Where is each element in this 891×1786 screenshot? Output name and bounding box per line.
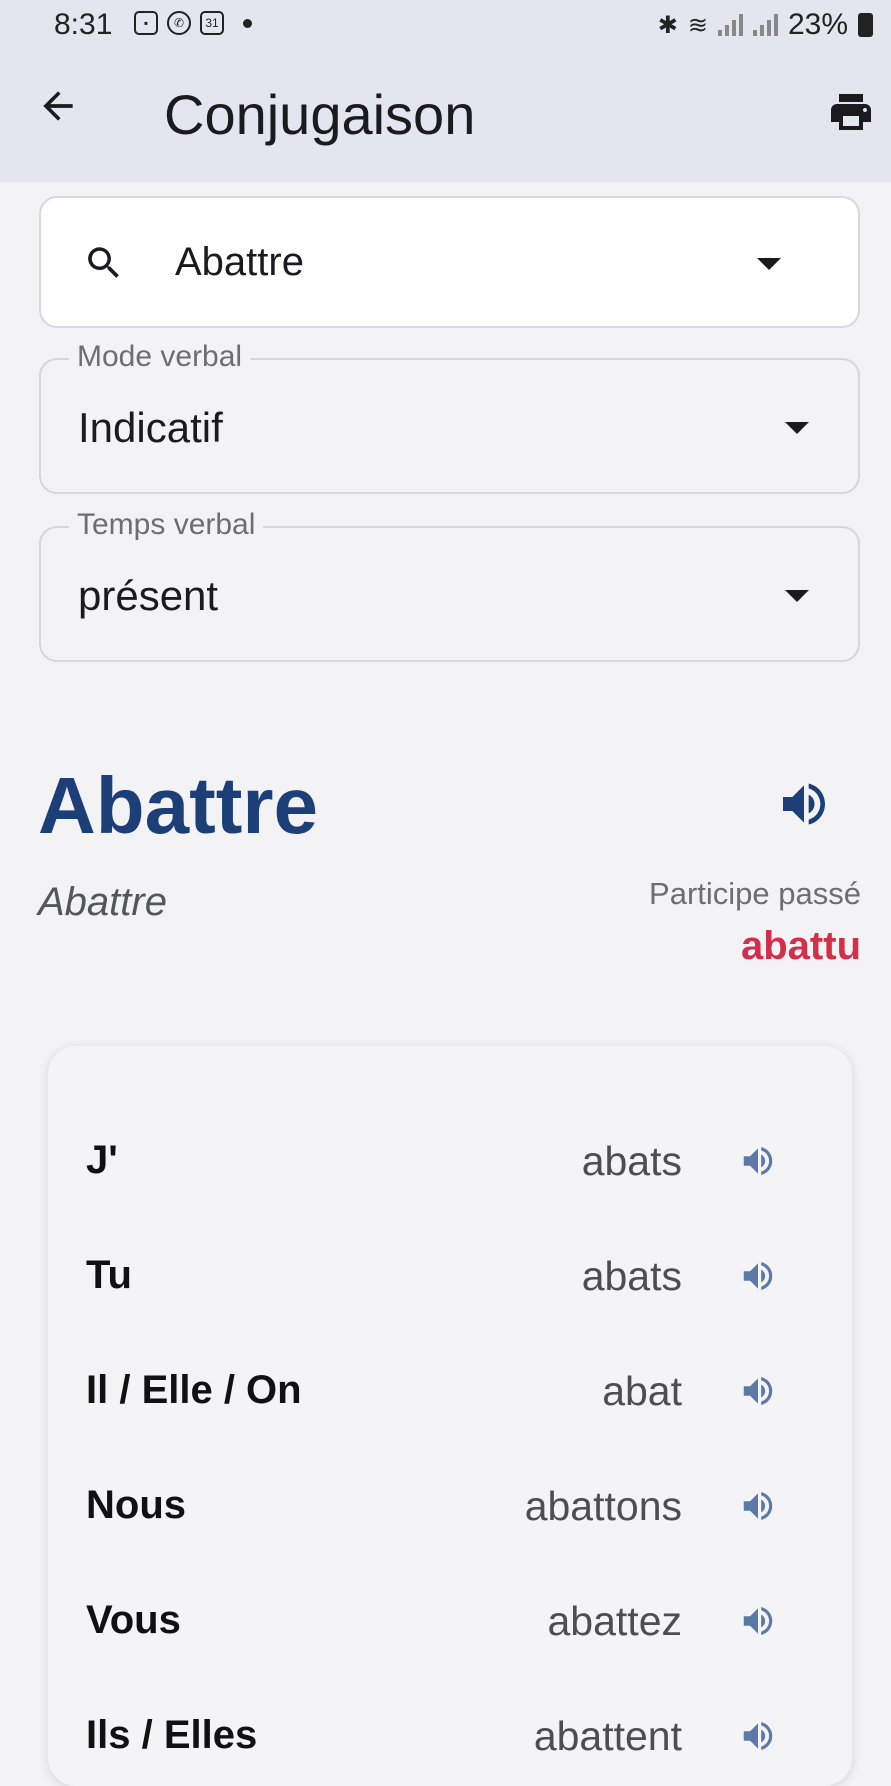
battery-icon [858, 13, 873, 37]
print-icon[interactable] [827, 88, 875, 136]
conjugation-row: Vous abattez [48, 1580, 852, 1660]
gallery-icon: ▪ [134, 11, 158, 35]
pronoun: J' [86, 1138, 118, 1182]
verb-form: abats [581, 1253, 682, 1299]
participe-passe-value: abattu [741, 924, 861, 968]
back-arrow-icon[interactable] [36, 84, 80, 128]
conjugation-row: J' abats [48, 1120, 852, 1200]
signal-icon-2 [752, 14, 778, 36]
more-notifications-dot [243, 18, 252, 28]
pronoun: Il / Elle / On [86, 1368, 302, 1412]
calendar-icon: 31 [200, 11, 224, 35]
verb-form: abattent [533, 1713, 682, 1759]
participe-passe-label: Participe passé [649, 876, 861, 911]
bluetooth-icon: ✱ [657, 11, 678, 39]
verb-form: abattons [524, 1483, 682, 1529]
whatsapp-icon: ✆ [167, 11, 191, 35]
top-app-area: 8:31 ▪ ✆ 31 ✱ ≋ 23% Conjugaison [0, 0, 891, 182]
pronoun: Nous [86, 1483, 186, 1527]
speaker-icon[interactable] [738, 1487, 778, 1525]
page-title: Conjugaison [164, 83, 476, 146]
wifi-icon: ≋ [687, 11, 708, 39]
speaker-icon[interactable] [738, 1257, 778, 1295]
conjugation-card: J' abats Tu abats Il / Elle / On abat No… [48, 1046, 852, 1786]
verb-form: abats [581, 1138, 682, 1184]
verb-search-dropdown[interactable]: Abattre [39, 196, 860, 328]
conjugation-row: Ils / Elles abattent [48, 1695, 852, 1775]
temps-verbal-select[interactable]: Temps verbal présent [39, 508, 860, 662]
conjugation-row: Il / Elle / On abat [48, 1350, 852, 1430]
pronoun: Vous [86, 1598, 181, 1642]
chevron-down-icon[interactable] [785, 590, 809, 602]
speaker-icon[interactable] [738, 1372, 778, 1410]
chevron-down-icon[interactable] [757, 258, 781, 270]
speaker-icon[interactable] [774, 776, 834, 832]
verb-form: abat [602, 1368, 682, 1414]
calendar-day: 31 [205, 16, 219, 30]
system-icons: ✱ ≋ 23% [658, 8, 873, 42]
chevron-down-icon[interactable] [785, 422, 809, 434]
conjugation-row: Nous abattons [48, 1465, 852, 1545]
status-bar: 8:31 ▪ ✆ 31 ✱ ≋ 23% [0, 0, 891, 52]
status-time: 8:31 [54, 8, 113, 41]
mode-verbal-select[interactable]: Mode verbal Indicatif [39, 340, 860, 494]
pronoun: Ils / Elles [86, 1713, 258, 1757]
verb-heading: Abattre [38, 761, 319, 850]
mode-verbal-value[interactable]: Indicatif [78, 404, 223, 452]
temps-verbal-value[interactable]: présent [78, 572, 218, 620]
verb-form: abattez [547, 1598, 683, 1644]
pronoun: Tu [86, 1253, 132, 1297]
mode-verbal-label: Mode verbal [69, 340, 251, 374]
temps-verbal-label: Temps verbal [69, 508, 264, 542]
verb-subtitle: Abattre [38, 880, 167, 924]
notification-icons: ▪ ✆ 31 [134, 11, 252, 35]
battery-percent: 23% [787, 8, 848, 41]
search-value[interactable]: Abattre [175, 240, 304, 285]
speaker-icon[interactable] [738, 1717, 778, 1755]
speaker-icon[interactable] [738, 1142, 778, 1180]
speaker-icon[interactable] [738, 1602, 778, 1640]
signal-icon-1 [717, 14, 743, 36]
search-icon [88, 247, 119, 278]
conjugation-row: Tu abats [48, 1235, 852, 1315]
